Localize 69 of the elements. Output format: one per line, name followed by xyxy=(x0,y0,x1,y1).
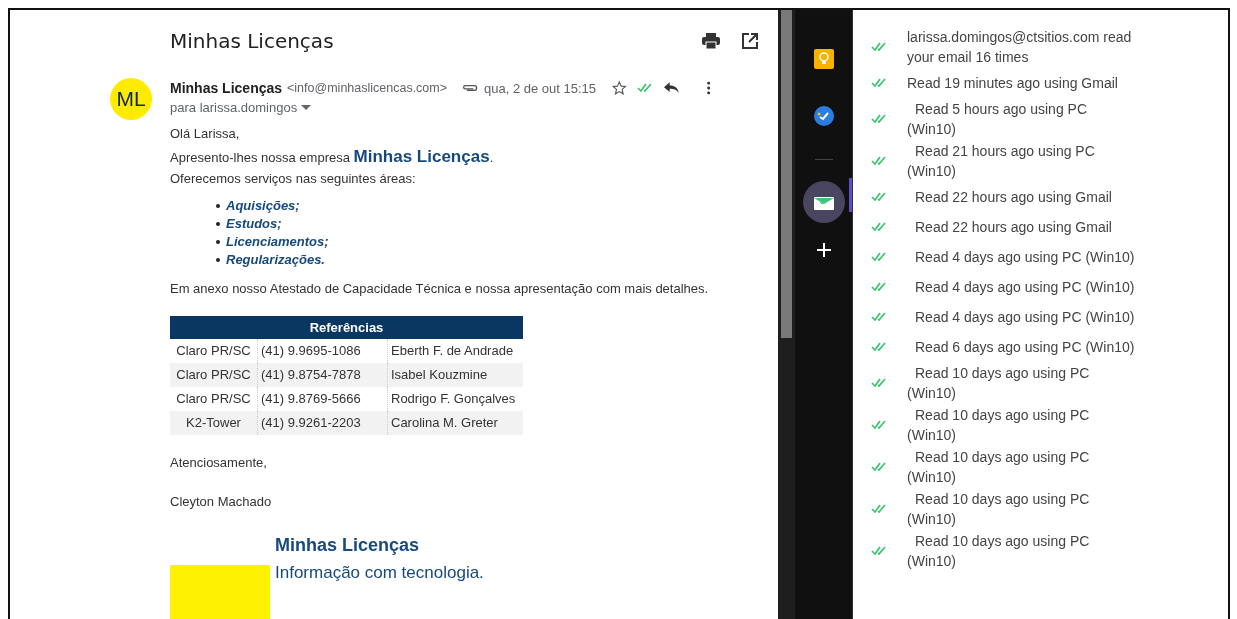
double-check-icon xyxy=(871,546,889,556)
sender-name: Minhas Licenças xyxy=(170,80,283,96)
read-log-entry: Read 21 hours ago using PC (Win10) xyxy=(907,142,1096,181)
table-cell-text: Claro PR/SC xyxy=(175,366,252,384)
closing-text: Atenciosamente, xyxy=(170,455,268,470)
signer-name: Cleyton Machado xyxy=(170,494,273,509)
read-log-entry: Read 10 days ago using PC (Win10) xyxy=(907,364,1091,403)
read-log-entry: Read 10 days ago using PC (Win10) xyxy=(907,490,1091,529)
double-check-icon xyxy=(871,222,889,232)
read-log-entry: Read 6 days ago using PC (Win10) xyxy=(914,338,1136,357)
intro-text: Apresento-lhes nossa empresa Minhas Licenças. xyxy=(170,147,495,167)
more-options-icon[interactable] xyxy=(706,80,710,96)
double-check-icon xyxy=(871,462,889,472)
double-check-icon xyxy=(871,78,889,88)
bullet-icon xyxy=(216,257,220,262)
service-item: Estudos; xyxy=(226,216,282,231)
envelope-icon[interactable] xyxy=(802,181,845,223)
service-item: Licenciamentos; xyxy=(226,234,329,249)
read-log-entry: Read 10 days ago using PC (Win10) xyxy=(907,532,1091,571)
bullet-icon xyxy=(216,239,220,244)
signature-company: Minhas Licenças xyxy=(275,535,421,556)
read-log-entry: Read 5 hours ago using PC (Win10) xyxy=(907,100,1088,139)
double-check-icon xyxy=(871,312,889,322)
table-cell: Carolina M. Greter xyxy=(387,411,523,435)
double-check-icon xyxy=(871,42,889,52)
service-item: Regularizações. xyxy=(226,252,325,267)
selection-indicator xyxy=(849,178,852,212)
greeting-text: Olá Larissa, xyxy=(170,126,241,141)
table-cell-text: Claro PR/SC xyxy=(175,342,252,360)
email-subject: Minhas Licenças xyxy=(170,29,334,53)
recipient-text: para larissa.domingos xyxy=(170,100,298,115)
table-cell-text: Claro PR/SC xyxy=(175,390,252,408)
read-log-entry: larissa.domingos@ctsitios.com read your email 16 times xyxy=(907,28,1133,67)
double-check-icon xyxy=(871,504,889,514)
sender-address: <info@minhaslicencas.com> xyxy=(287,81,448,95)
sender-avatar: ML xyxy=(110,78,152,120)
read-log-entry: Read 4 days ago using PC (Win10) xyxy=(914,248,1136,267)
double-check-icon xyxy=(871,342,889,352)
paperclip-icon xyxy=(461,83,478,93)
double-check-icon xyxy=(871,252,889,262)
star-icon[interactable] xyxy=(612,79,627,97)
read-log-entry: Read 4 days ago using PC (Win10) xyxy=(914,308,1136,327)
bullet-icon xyxy=(216,203,220,208)
double-check-icon xyxy=(871,378,889,388)
read-log-entry: Read 10 days ago using PC (Win10) xyxy=(907,448,1091,487)
signature-tagline: Informação com tecnologia. xyxy=(275,563,484,583)
read-log-entry: Read 4 days ago using PC (Win10) xyxy=(914,278,1136,297)
open-in-new-window-icon[interactable] xyxy=(742,33,758,49)
read-log-entry: Read 10 days ago using PC (Win10) xyxy=(907,406,1091,445)
email-date: qua, 2 de out 15:15 xyxy=(484,80,597,96)
scrollbar-thumb[interactable] xyxy=(781,10,792,338)
read-log-entry: Read 19 minutes ago using Gmail xyxy=(907,74,1119,93)
double-check-icon xyxy=(871,420,889,430)
double-check-icon xyxy=(871,114,889,124)
double-check-icon xyxy=(871,192,889,202)
bullet-icon xyxy=(216,221,220,226)
print-icon[interactable] xyxy=(702,33,720,49)
table-cell-text: K2-Tower xyxy=(185,414,242,432)
reply-icon[interactable] xyxy=(664,81,680,95)
double-check-icon xyxy=(871,156,889,166)
read-log-entry: Read 22 hours ago using Gmail xyxy=(914,188,1113,207)
services-intro: Oferecemos serviços nas seguintes áreas: xyxy=(170,171,417,186)
caret-icon[interactable] xyxy=(301,104,312,111)
double-check-icon xyxy=(871,282,889,292)
service-item: Aquisições; xyxy=(226,198,300,213)
attachment-note: Em anexo nosso Atestado de Capacidade Técnica e nossa apresentação com mais detalhes. xyxy=(170,281,710,296)
table-cell: (41) 9.9261-2203 xyxy=(257,411,387,435)
table-header: Referências xyxy=(170,316,523,339)
read-log-entry: Read 22 hours ago using Gmail xyxy=(914,218,1113,237)
